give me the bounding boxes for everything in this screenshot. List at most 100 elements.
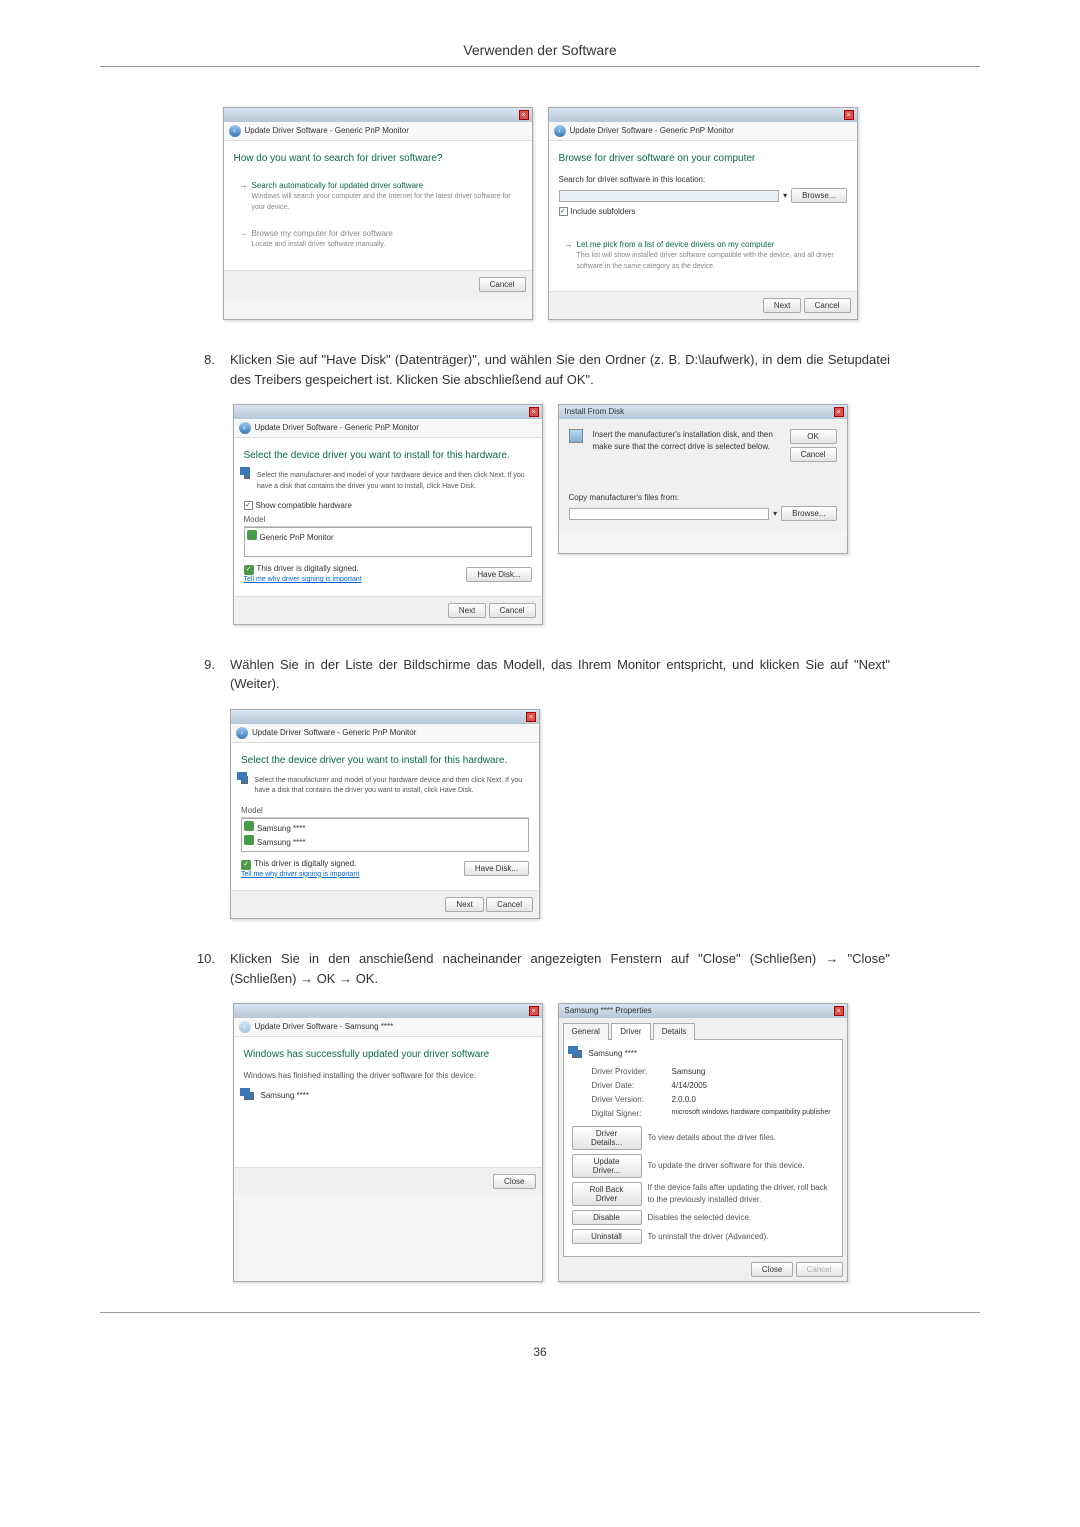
compat-checkbox[interactable]: ✓ bbox=[244, 501, 253, 510]
option-auto-search[interactable]: → Search automatically for updated drive… bbox=[234, 174, 522, 219]
titlebar: × bbox=[234, 1004, 542, 1018]
step-text: Klicken Sie in den anschießend nacheinan… bbox=[230, 949, 890, 988]
cancel-button[interactable]: Cancel bbox=[486, 897, 533, 912]
close-icon[interactable]: × bbox=[834, 407, 844, 417]
signed-text: This driver is digitally signed. bbox=[257, 564, 359, 573]
titlebar: × bbox=[549, 108, 857, 122]
signing-link[interactable]: Tell me why driver signing is important bbox=[241, 870, 359, 881]
signing-link[interactable]: Tell me why driver signing is important bbox=[244, 575, 362, 586]
cancel-button[interactable]: Cancel bbox=[796, 1262, 843, 1277]
model-item: Samsung **** bbox=[257, 838, 305, 847]
nav-bar: ‹ Update Driver Software - Generic PnP M… bbox=[234, 419, 542, 438]
dialog-title: Samsung **** Properties bbox=[562, 1005, 652, 1017]
value: Samsung bbox=[672, 1066, 706, 1078]
cancel-button[interactable]: Cancel bbox=[804, 298, 851, 313]
include-subfolders-checkbox[interactable]: ✓ bbox=[559, 207, 568, 216]
dialog-properties: Samsung **** Properties × General Driver… bbox=[558, 1003, 848, 1282]
rollback-button[interactable]: Roll Back Driver bbox=[572, 1182, 642, 1206]
dialog-heading: Select the device driver you want to ins… bbox=[241, 753, 529, 768]
close-icon[interactable]: × bbox=[529, 407, 539, 417]
uninstall-button[interactable]: Uninstall bbox=[572, 1229, 642, 1244]
option-browse[interactable]: → Browse my computer for driver software… bbox=[234, 222, 522, 257]
step-9: 9. Wählen Sie in der Liste der Bildschir… bbox=[100, 655, 980, 694]
step-number: 8. bbox=[190, 350, 230, 389]
tab-details[interactable]: Details bbox=[653, 1023, 695, 1040]
device-icon bbox=[244, 835, 254, 845]
page-number: 36 bbox=[100, 1343, 980, 1361]
monitor-icon bbox=[241, 776, 248, 784]
path-input[interactable] bbox=[569, 508, 770, 520]
signed-text: This driver is digitally signed. bbox=[254, 859, 356, 868]
close-button[interactable]: Close bbox=[493, 1174, 535, 1189]
desc: If the device fails after updating the d… bbox=[648, 1182, 834, 1206]
dialog-success: × ‹ Update Driver Software - Samsung ***… bbox=[233, 1003, 543, 1282]
model-item: Samsung **** bbox=[257, 824, 305, 833]
update-driver-button[interactable]: Update Driver... bbox=[572, 1154, 642, 1178]
step-number: 9. bbox=[190, 655, 230, 694]
nav-bar: ‹ Update Driver Software - Generic PnP M… bbox=[224, 122, 532, 141]
dialog-title: Update Driver Software - Generic PnP Mon… bbox=[570, 125, 734, 137]
install-text: Insert the manufacturer's installation d… bbox=[593, 429, 784, 462]
ok-button[interactable]: OK bbox=[790, 429, 837, 444]
desc: Disables the selected device. bbox=[648, 1212, 834, 1224]
next-button[interactable]: Next bbox=[445, 897, 483, 912]
dialog-select-driver-1: × ‹ Update Driver Software - Generic PnP… bbox=[233, 404, 543, 625]
dialog-heading: Browse for driver software on your compu… bbox=[559, 151, 847, 166]
device-name: Samsung **** bbox=[261, 1090, 309, 1102]
dialog-select-driver-2: × ‹ Update Driver Software - Generic PnP… bbox=[230, 709, 540, 920]
back-icon[interactable]: ‹ bbox=[229, 125, 241, 137]
back-icon[interactable]: ‹ bbox=[239, 422, 251, 434]
next-button[interactable]: Next bbox=[448, 603, 486, 618]
include-label: Include subfolders bbox=[571, 207, 636, 216]
tab-general[interactable]: General bbox=[563, 1023, 609, 1040]
close-icon[interactable]: × bbox=[529, 1006, 539, 1016]
back-icon[interactable]: ‹ bbox=[236, 727, 248, 739]
browse-button[interactable]: Browse... bbox=[791, 188, 846, 203]
have-disk-button[interactable]: Have Disk... bbox=[466, 567, 531, 582]
titlebar: Samsung **** Properties × bbox=[559, 1004, 847, 1018]
close-icon[interactable]: × bbox=[519, 110, 529, 120]
step-text: Klicken Sie auf "Have Disk" (Datenträger… bbox=[230, 350, 890, 389]
option-pick-list[interactable]: → Let me pick from a list of device driv… bbox=[559, 233, 847, 278]
shield-icon: ✓ bbox=[244, 565, 254, 575]
monitor-icon bbox=[244, 1092, 254, 1100]
option-title: Search automatically for updated driver … bbox=[252, 180, 516, 192]
browse-button[interactable]: Browse... bbox=[781, 506, 836, 521]
desc: To view details about the driver files. bbox=[648, 1132, 834, 1144]
screenshot-row-4: × ‹ Update Driver Software - Samsung ***… bbox=[100, 1003, 980, 1282]
titlebar: × bbox=[231, 710, 539, 724]
step-text: Wählen Sie in der Liste der Bildschirme … bbox=[230, 655, 890, 694]
dialog-install-from-disk: Install From Disk × Insert the manufactu… bbox=[558, 404, 848, 554]
option-desc: Locate and install driver software manua… bbox=[252, 240, 393, 251]
close-icon[interactable]: × bbox=[844, 110, 854, 120]
dialog-heading: How do you want to search for driver sof… bbox=[234, 151, 522, 166]
label: Driver Date: bbox=[592, 1080, 672, 1092]
next-button[interactable]: Next bbox=[763, 298, 801, 313]
back-icon[interactable]: ‹ bbox=[554, 125, 566, 137]
option-title: Browse my computer for driver software bbox=[252, 228, 393, 240]
close-icon[interactable]: × bbox=[834, 1006, 844, 1016]
dialog-title: Update Driver Software - Generic PnP Mon… bbox=[252, 727, 416, 739]
cancel-button[interactable]: Cancel bbox=[790, 447, 837, 462]
cancel-button[interactable]: Cancel bbox=[489, 603, 536, 618]
driver-details-button[interactable]: Driver Details... bbox=[572, 1126, 642, 1150]
step-8: 8. Klicken Sie auf "Have Disk" (Datenträ… bbox=[100, 350, 980, 389]
model-label: Model bbox=[241, 805, 529, 818]
dialog-browse-location: × ‹ Update Driver Software - Generic PnP… bbox=[548, 107, 858, 320]
shield-icon: ✓ bbox=[241, 860, 251, 870]
compat-label: Show compatible hardware bbox=[256, 501, 353, 510]
disable-button[interactable]: Disable bbox=[572, 1210, 642, 1225]
instruction-text: Select the manufacturer and model of you… bbox=[257, 471, 532, 492]
close-button[interactable]: Close bbox=[751, 1262, 793, 1277]
tab-driver[interactable]: Driver bbox=[611, 1023, 650, 1040]
model-list[interactable]: Generic PnP Monitor bbox=[244, 527, 532, 557]
model-list[interactable]: Samsung **** Samsung **** bbox=[241, 818, 529, 852]
dialog-title: Update Driver Software - Generic PnP Mon… bbox=[245, 125, 409, 137]
have-disk-button[interactable]: Have Disk... bbox=[464, 861, 529, 876]
label: Driver Provider: bbox=[592, 1066, 672, 1078]
path-input[interactable] bbox=[559, 190, 780, 202]
cancel-button[interactable]: Cancel bbox=[479, 277, 526, 292]
option-desc: Windows will search your computer and th… bbox=[252, 192, 516, 213]
model-label: Model bbox=[244, 514, 532, 527]
close-icon[interactable]: × bbox=[526, 712, 536, 722]
